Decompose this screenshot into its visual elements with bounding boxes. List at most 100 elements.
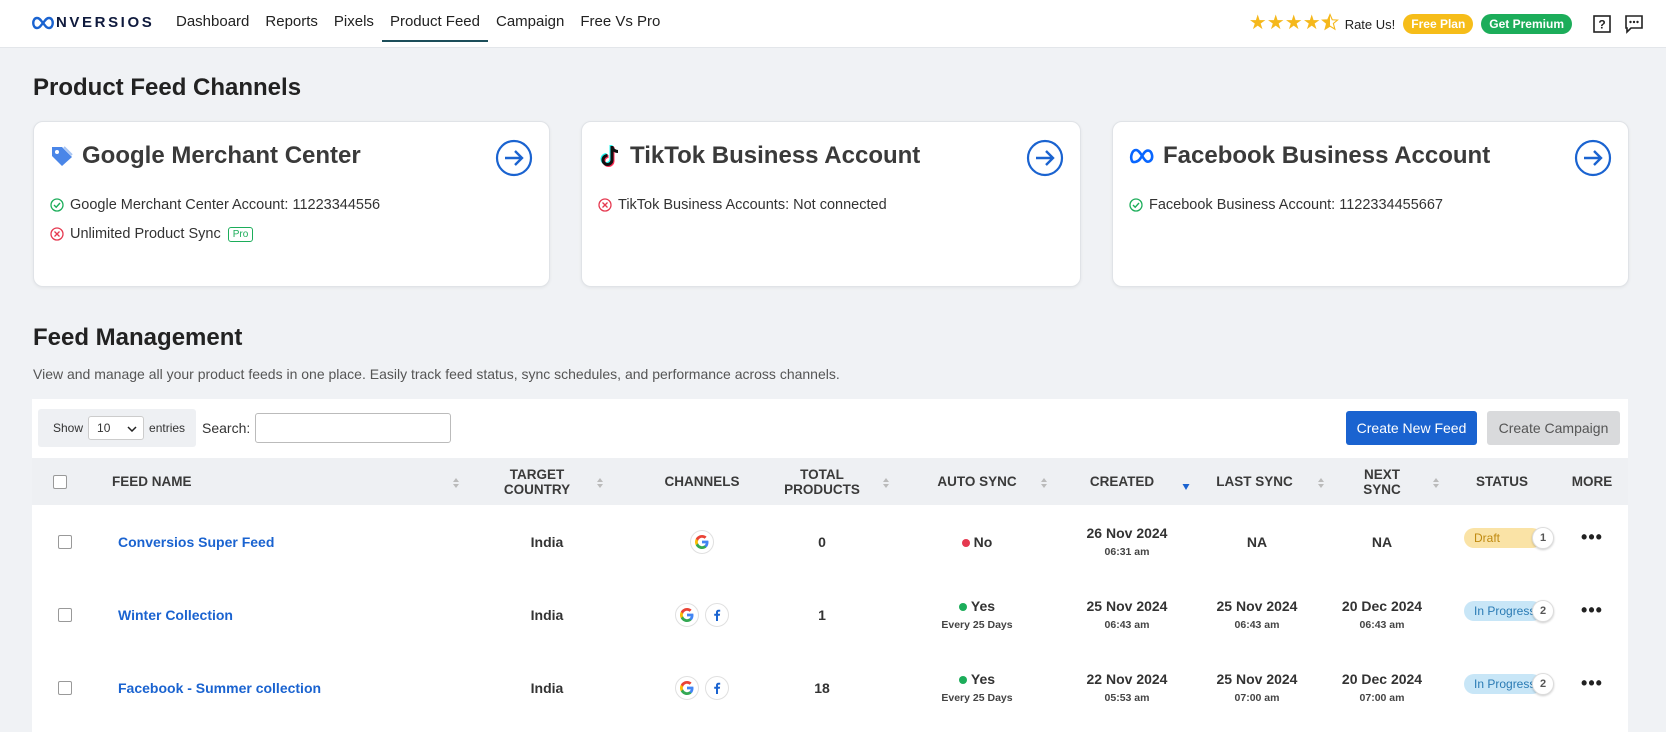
conversios-logo[interactable]: NVERSIOS [31,14,154,31]
sort-desc-icon[interactable] [1182,478,1190,496]
nav-pixels[interactable]: Pixels [326,0,382,42]
status-count[interactable]: 2 [1532,599,1554,622]
last-sync-cell: 25 Nov 2024 06:43 am [1197,578,1317,651]
entries-select[interactable]: 10 [88,416,145,440]
last-sync-cell: 25 Nov 2024 07:00 am [1197,651,1317,724]
meta-icon [1129,147,1155,165]
feed-name-link[interactable]: Facebook - Summer collection [118,680,321,696]
auto-sync-value: Yes [970,598,996,614]
sort-icon[interactable] [882,476,890,494]
get-premium-button[interactable]: Get Premium [1481,14,1572,34]
sort-icon[interactable] [596,476,604,494]
sort-icon[interactable] [1040,476,1048,494]
col-auto-sync[interactable]: AUTO SYNC [917,458,1037,505]
search-label: Search: [202,420,251,436]
show-label: Show [53,421,84,435]
tag-icon [50,145,74,167]
created-time: 06:31 am [1104,546,1150,558]
tiktok-icon [598,143,622,169]
created-date: 22 Nov 2024 [1086,671,1168,687]
more-options-icon[interactable]: ••• [1581,673,1603,694]
nav-free-vs-pro[interactable]: Free Vs Pro [572,0,668,42]
col-label: COUNTRY [503,481,571,497]
check-circle-icon [1129,198,1143,212]
nav-dashboard[interactable]: Dashboard [168,0,257,42]
star-icon: ★ [1302,12,1321,34]
rating-stars[interactable]: ★ ★ ★ ★ [1249,13,1339,35]
pro-badge: Pro [227,226,254,242]
total-products: 1 [818,606,826,623]
next-sync-cell: 20 Dec 2024 06:43 am [1322,578,1442,651]
create-campaign-button[interactable]: Create Campaign [1487,411,1620,445]
sort-icon[interactable] [1432,476,1440,494]
header-tools: ★ ★ ★ ★ Rate Us! Free Plan Get Premium ? [1249,13,1644,35]
col-channels: CHANNELS [664,474,740,489]
total-products: 0 [818,533,826,550]
table-header: FEED NAME TARGET COUNTRY CHANNELS TOTAL … [32,458,1628,505]
col-next-sync[interactable]: NEXT SYNC [1332,458,1432,505]
col-feed-name[interactable]: FEED NAME [112,458,192,505]
row-checkbox[interactable] [58,607,72,622]
free-plan-badge[interactable]: Free Plan [1403,14,1474,34]
logo-text: NVERSIOS [56,14,155,31]
last-sync: NA [1246,533,1268,550]
sort-icon[interactable] [1317,476,1325,494]
more-options-icon[interactable]: ••• [1581,527,1603,548]
next-sync: NA [1371,533,1393,550]
total-products: 18 [814,679,830,696]
arrow-right-icon[interactable] [1574,139,1612,182]
col-more: MORE [1571,474,1613,489]
last-sync-date: 25 Nov 2024 [1216,671,1298,687]
gmc-account-text: Google Merchant Center Account: 11223344… [70,197,381,213]
feed-name-link[interactable]: Winter Collection [118,607,233,623]
card-title: TikTok Business Account [630,142,921,169]
nav-campaign[interactable]: Campaign [488,0,572,42]
chat-icon[interactable] [1624,14,1644,34]
col-last-sync[interactable]: LAST SYNC [1197,458,1312,505]
row-checkbox[interactable] [58,534,72,549]
star-icon: ★ [1248,12,1267,34]
auto-sync-cell: Yes Every 25 Days [917,651,1037,724]
search-input[interactable] [255,413,451,443]
next-sync-date: 20 Dec 2024 [1341,598,1423,614]
google-icon [690,529,714,554]
created-cell: 26 Nov 2024 06:31 am [1067,505,1187,578]
rate-us-link[interactable]: Rate Us! [1345,17,1396,32]
col-target-country[interactable]: TARGET COUNTRY [482,458,592,505]
star-icon: ★ [1284,12,1303,34]
table-row: Facebook - Summer collection India 18 Ye… [32,651,1628,724]
table-row: Conversios Super Feed India 0 No 26 Nov … [32,505,1628,578]
create-new-feed-button[interactable]: Create New Feed [1346,411,1477,445]
help-icon[interactable]: ? [1592,14,1612,34]
section-description: View and manage all your product feeds i… [33,366,840,382]
target-country: India [530,679,564,696]
col-label: SYNC [1363,481,1401,497]
infinity-logo-icon [32,16,54,29]
arrow-right-icon[interactable] [1026,139,1064,182]
sort-icon[interactable] [452,476,460,494]
feed-name-link[interactable]: Conversios Super Feed [118,534,274,550]
google-icon [675,602,699,627]
status-dot-icon [961,538,970,547]
half-star-icon [1320,13,1339,35]
row-checkbox[interactable] [58,680,72,695]
entries-value: 10 [97,421,111,435]
status-badge: Draft [1464,527,1542,548]
col-label: PRODUCTS [784,481,860,497]
select-all-checkbox[interactable] [53,474,67,489]
more-options-icon[interactable]: ••• [1581,600,1603,621]
arrow-right-icon[interactable] [495,139,533,182]
nav-reports[interactable]: Reports [257,0,326,42]
status-count[interactable]: 1 [1532,526,1554,549]
col-total-products[interactable]: TOTAL PRODUCTS [767,458,877,505]
nav-product-feed[interactable]: Product Feed [381,0,488,42]
entries-control: Show 10 entries [38,409,196,447]
status-count[interactable]: 2 [1532,672,1554,695]
col-status: STATUS [1476,474,1528,489]
auto-sync-interval: Every 25 Days [941,692,1013,704]
svg-text:?: ? [1598,18,1605,32]
status-badge: In Progress [1464,673,1542,694]
col-created[interactable]: CREATED [1067,458,1177,505]
auto-sync-cell: No [917,505,1037,578]
tiktok-account-text: TikTok Business Accounts: Not connected [618,197,887,213]
